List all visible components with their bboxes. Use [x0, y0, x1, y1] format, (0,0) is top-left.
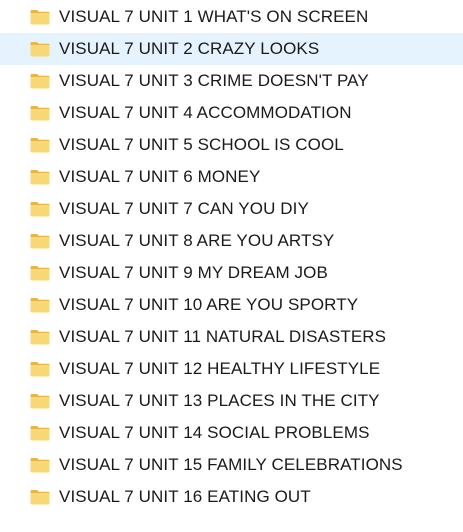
- folder-item[interactable]: VISUAL 7 UNIT 4 ACCOMMODATION: [0, 97, 463, 129]
- folder-item[interactable]: VISUAL 7 UNIT 11 NATURAL DISASTERS: [0, 321, 463, 353]
- folder-item[interactable]: VISUAL 7 UNIT 1 WHAT'S ON SCREEN: [0, 1, 463, 33]
- folder-label: VISUAL 7 UNIT 2 CRAZY LOOKS: [59, 39, 320, 58]
- folder-icon: [30, 361, 50, 377]
- folder-label: VISUAL 7 UNIT 15 FAMILY CELEBRATIONS: [59, 455, 403, 474]
- folder-label: VISUAL 7 UNIT 3 CRIME DOESN'T PAY: [59, 71, 369, 90]
- folder-label: VISUAL 7 UNIT 10 ARE YOU SPORTY: [59, 295, 359, 314]
- folder-label: VISUAL 7 UNIT 14 SOCIAL PROBLEMS: [59, 423, 370, 442]
- folder-item[interactable]: VISUAL 7 UNIT 16 EATING OUT: [0, 481, 463, 513]
- folder-item[interactable]: VISUAL 7 UNIT 10 ARE YOU SPORTY: [0, 289, 463, 321]
- folder-icon: [30, 105, 50, 121]
- folder-icon: [30, 457, 50, 473]
- folder-item[interactable]: VISUAL 7 UNIT 7 CAN YOU DIY: [0, 193, 463, 225]
- folder-icon: [30, 297, 50, 313]
- folder-label: VISUAL 7 UNIT 8 ARE YOU ARTSY: [59, 231, 335, 250]
- folder-icon: [30, 233, 50, 249]
- folder-icon: [30, 73, 50, 89]
- folder-item[interactable]: VISUAL 7 UNIT 8 ARE YOU ARTSY: [0, 225, 463, 257]
- folder-item[interactable]: VISUAL 7 UNIT 15 FAMILY CELEBRATIONS: [0, 449, 463, 481]
- folder-item[interactable]: VISUAL 7 UNIT 6 MONEY: [0, 161, 463, 193]
- folder-label: VISUAL 7 UNIT 9 MY DREAM JOB: [59, 263, 328, 282]
- folder-icon: [30, 201, 50, 217]
- folder-icon: [30, 169, 50, 185]
- folder-label: VISUAL 7 UNIT 4 ACCOMMODATION: [59, 103, 352, 122]
- folder-label: VISUAL 7 UNIT 11 NATURAL DISASTERS: [59, 327, 387, 346]
- folder-label: VISUAL 7 UNIT 5 SCHOOL IS COOL: [59, 135, 344, 154]
- folder-icon: [30, 9, 50, 25]
- folder-icon: [30, 265, 50, 281]
- folder-item[interactable]: VISUAL 7 UNIT 2 CRAZY LOOKS: [0, 33, 463, 65]
- folder-item[interactable]: VISUAL 7 UNIT 14 SOCIAL PROBLEMS: [0, 417, 463, 449]
- folder-label: VISUAL 7 UNIT 1 WHAT'S ON SCREEN: [59, 7, 369, 26]
- folder-item[interactable]: VISUAL 7 UNIT 3 CRIME DOESN'T PAY: [0, 65, 463, 97]
- folder-icon: [30, 329, 50, 345]
- folder-label: VISUAL 7 UNIT 6 MONEY: [59, 167, 261, 186]
- folder-icon: [30, 41, 50, 57]
- folder-icon: [30, 489, 50, 505]
- folder-item[interactable]: VISUAL 7 UNIT 12 HEALTHY LIFESTYLE: [0, 353, 463, 385]
- folder-icon: [30, 137, 50, 153]
- folder-icon: [30, 393, 50, 409]
- folder-label: VISUAL 7 UNIT 12 HEALTHY LIFESTYLE: [59, 359, 381, 378]
- folder-label: VISUAL 7 UNIT 7 CAN YOU DIY: [59, 199, 309, 218]
- folder-label: VISUAL 7 UNIT 13 PLACES IN THE CITY: [59, 391, 380, 410]
- folder-item[interactable]: VISUAL 7 UNIT 9 MY DREAM JOB: [0, 257, 463, 289]
- folder-item[interactable]: VISUAL 7 UNIT 13 PLACES IN THE CITY: [0, 385, 463, 417]
- folder-icon: [30, 425, 50, 441]
- folder-list: VISUAL 7 UNIT 1 WHAT'S ON SCREEN VISUAL 7…: [0, 0, 463, 513]
- folder-label: VISUAL 7 UNIT 16 EATING OUT: [59, 487, 311, 506]
- folder-item[interactable]: VISUAL 7 UNIT 5 SCHOOL IS COOL: [0, 129, 463, 161]
